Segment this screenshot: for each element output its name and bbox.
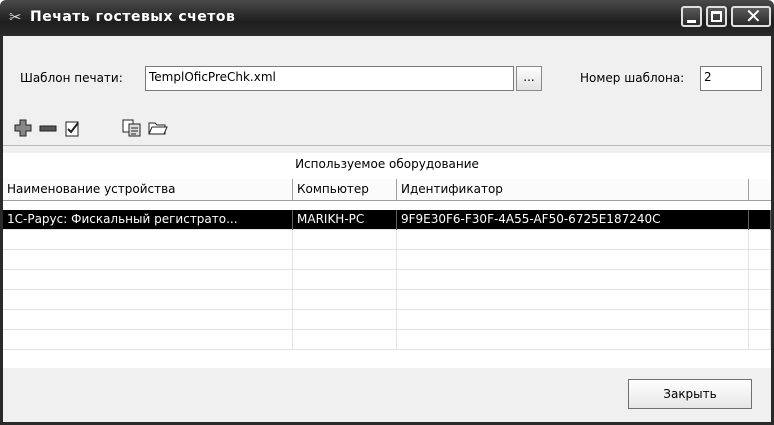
empty-table-row[interactable]	[3, 310, 771, 330]
table-cell	[397, 290, 749, 310]
minimize-icon	[687, 20, 696, 23]
window-title: Печать гостевых счетов	[30, 9, 236, 25]
empty-table-row[interactable]	[3, 230, 771, 250]
table-cell	[293, 270, 397, 290]
table-cell	[749, 270, 771, 290]
open-folder-icon[interactable]	[148, 119, 168, 137]
table-cell	[749, 250, 771, 270]
close-window-button[interactable]: ✕	[731, 4, 771, 28]
empty-table-row[interactable]	[3, 290, 771, 310]
table-cell: 9F9E30F6-F30F-4A55-AF50-6725E187240C	[397, 210, 749, 230]
template-field[interactable]: TemplOficPreChk.xml	[145, 66, 514, 91]
table-cell	[749, 210, 771, 230]
column-header-identifier[interactable]: Идентификатор	[397, 179, 749, 201]
table-cell	[293, 230, 397, 250]
table-cell	[749, 230, 771, 250]
template-number-label: Номер шаблона:	[580, 71, 685, 85]
empty-table-row[interactable]	[3, 330, 771, 350]
toolbar-divider	[3, 145, 771, 146]
remove-icon[interactable]	[38, 119, 58, 137]
minimize-button[interactable]	[681, 6, 702, 27]
browse-button[interactable]: ...	[516, 66, 542, 91]
table-cell	[293, 250, 397, 270]
table-cell	[3, 230, 293, 250]
table-cell	[3, 250, 293, 270]
table-cell	[3, 290, 293, 310]
add-icon[interactable]	[13, 119, 33, 137]
table-cell	[397, 270, 749, 290]
title-bar[interactable]: ✂ Печать гостевых счетов ✕	[0, 0, 774, 36]
table-cell	[3, 270, 293, 290]
table-row[interactable]: 1С-Рарус: Фискальный регистрато... MARIKH…	[3, 210, 771, 230]
table-cell	[293, 310, 397, 330]
table-cell	[749, 290, 771, 310]
copy-doc-icon[interactable]	[122, 119, 142, 137]
table-cell	[3, 330, 293, 350]
column-header-filler	[749, 179, 771, 201]
table-cell	[397, 250, 749, 270]
grid-caption: Используемое оборудование	[295, 157, 479, 171]
template-label: Шаблон печати:	[20, 71, 123, 85]
table-cell	[749, 330, 771, 350]
table-cell	[3, 310, 293, 330]
print-guest-bills-window: ✂ Печать гостевых счетов ✕ Шаблон печати…	[0, 0, 774, 425]
equipment-grid[interactable]: Используемое оборудование Наименование у…	[3, 153, 771, 368]
table-cell: MARIKH-PC	[293, 210, 397, 230]
maximize-button[interactable]	[706, 6, 727, 27]
table-cell: 1С-Рарус: Фискальный регистрато...	[3, 210, 293, 230]
table-cell	[293, 290, 397, 310]
empty-table-row[interactable]	[3, 270, 771, 290]
tools-icon: ✂	[9, 8, 22, 26]
table-cell	[293, 330, 397, 350]
column-header-computer[interactable]: Компьютер	[293, 179, 397, 201]
table-cell	[397, 310, 749, 330]
close-button[interactable]: Закрыть	[628, 379, 752, 409]
empty-table-row[interactable]	[3, 250, 771, 270]
column-header-device[interactable]: Наименование устройства	[3, 179, 293, 201]
edit-doc-icon[interactable]	[63, 119, 83, 137]
maximize-icon	[711, 11, 722, 22]
template-number-field[interactable]: 2	[700, 66, 762, 91]
close-icon: ✕	[745, 4, 762, 28]
table-cell	[397, 330, 749, 350]
table-cell	[749, 310, 771, 330]
table-cell	[397, 230, 749, 250]
